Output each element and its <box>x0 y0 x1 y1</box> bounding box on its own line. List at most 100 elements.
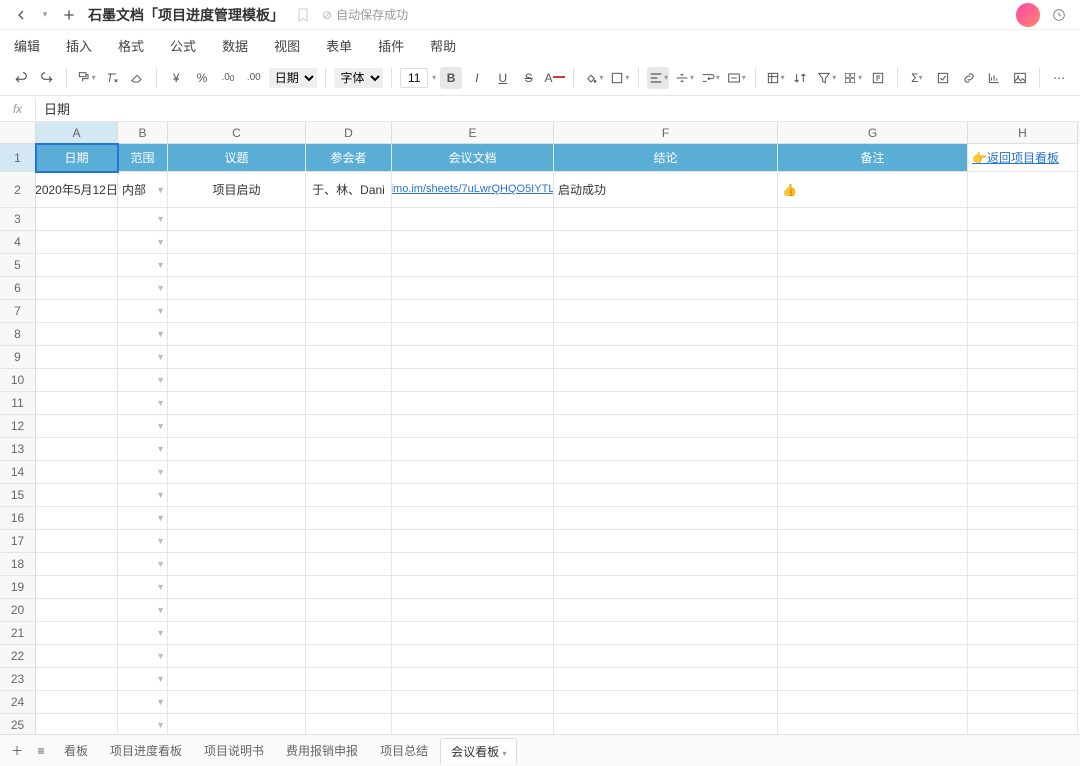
tab-kanban[interactable]: 󠀠󠀠看板 <box>54 738 98 763</box>
text-color-button[interactable]: A <box>544 67 566 89</box>
more-button[interactable]: ⋯ <box>1048 67 1070 89</box>
row-header-7[interactable]: 7 <box>0 300 36 323</box>
dropdown-icon[interactable]: ▼ <box>156 329 165 339</box>
cell-G10[interactable] <box>778 369 968 392</box>
cell-B9[interactable]: ▼ <box>118 346 168 369</box>
valign-button[interactable]: ▾ <box>673 67 695 89</box>
select-all-corner[interactable] <box>0 122 36 144</box>
cell-E25[interactable] <box>392 714 554 734</box>
dropdown-icon[interactable]: ▼ <box>156 674 165 684</box>
cell-B3[interactable]: ▼ <box>118 208 168 231</box>
menu-table[interactable]: 表单 <box>322 34 356 57</box>
cell-C18[interactable] <box>168 553 306 576</box>
cell-A14[interactable] <box>36 461 118 484</box>
cell-E13[interactable] <box>392 438 554 461</box>
dropdown-icon[interactable]: ▼ <box>156 628 165 638</box>
cell-D6[interactable] <box>306 277 392 300</box>
cell-D19[interactable] <box>306 576 392 599</box>
merge-button[interactable]: ▾ <box>725 67 747 89</box>
cell-D7[interactable] <box>306 300 392 323</box>
cell-C25[interactable] <box>168 714 306 734</box>
dropdown-icon[interactable]: ▼ <box>156 444 165 454</box>
menu-view[interactable]: 视图 <box>270 34 304 57</box>
dropdown-icon[interactable]: ▼ <box>156 582 165 592</box>
cell-B14[interactable]: ▼ <box>118 461 168 484</box>
sort-button[interactable] <box>790 67 812 89</box>
cell-H5[interactable] <box>968 254 1078 277</box>
row-header-9[interactable]: 9 <box>0 346 36 369</box>
strike-button[interactable]: S <box>518 67 540 89</box>
bold-button[interactable]: B <box>440 67 462 89</box>
cell-F12[interactable] <box>554 415 778 438</box>
cell-F25[interactable] <box>554 714 778 734</box>
cell-D15[interactable] <box>306 484 392 507</box>
cell-B17[interactable]: ▼ <box>118 530 168 553</box>
cell-A15[interactable] <box>36 484 118 507</box>
cell-C14[interactable] <box>168 461 306 484</box>
cell-B24[interactable]: ▼ <box>118 691 168 714</box>
tab-summary[interactable]: 项目总结 <box>370 738 438 763</box>
cell-H19[interactable] <box>968 576 1078 599</box>
cell-A19[interactable] <box>36 576 118 599</box>
cell-E12[interactable] <box>392 415 554 438</box>
cell-F16[interactable] <box>554 507 778 530</box>
col-header-G[interactable]: G <box>778 122 968 144</box>
row-header-8[interactable]: 8 <box>0 323 36 346</box>
cell-D11[interactable] <box>306 392 392 415</box>
cell-B18[interactable]: ▼ <box>118 553 168 576</box>
cell-G6[interactable] <box>778 277 968 300</box>
cell-D13[interactable] <box>306 438 392 461</box>
cell-F20[interactable] <box>554 599 778 622</box>
menu-plugin[interactable]: 插件 <box>374 34 408 57</box>
menu-data[interactable]: 数据 <box>218 34 252 57</box>
cell-B6[interactable]: ▼ <box>118 277 168 300</box>
cell-H13[interactable] <box>968 438 1078 461</box>
cell-G1[interactable]: 备注 <box>778 144 968 172</box>
chart-button[interactable] <box>984 67 1006 89</box>
menu-help[interactable]: 帮助 <box>426 34 460 57</box>
cell-D10[interactable] <box>306 369 392 392</box>
cell-F23[interactable] <box>554 668 778 691</box>
avatar[interactable] <box>1016 3 1040 27</box>
cell-B7[interactable]: ▼ <box>118 300 168 323</box>
tab-manual[interactable]: 项目说明书 <box>194 738 274 763</box>
menu-format[interactable]: 格式 <box>114 34 148 57</box>
cell-G25[interactable] <box>778 714 968 734</box>
cell-A11[interactable] <box>36 392 118 415</box>
cell-E15[interactable] <box>392 484 554 507</box>
border-button[interactable]: ▾ <box>608 67 630 89</box>
cell-B25[interactable]: ▼ <box>118 714 168 734</box>
cell-G20[interactable] <box>778 599 968 622</box>
row-header-10[interactable]: 10 <box>0 369 36 392</box>
italic-button[interactable]: I <box>466 67 488 89</box>
cell-C15[interactable] <box>168 484 306 507</box>
row-header-16[interactable]: 16 <box>0 507 36 530</box>
cell-A12[interactable] <box>36 415 118 438</box>
col-header-H[interactable]: H <box>968 122 1078 144</box>
cell-D8[interactable] <box>306 323 392 346</box>
cell-C11[interactable] <box>168 392 306 415</box>
cell-B20[interactable]: ▼ <box>118 599 168 622</box>
cell-E3[interactable] <box>392 208 554 231</box>
cell-D14[interactable] <box>306 461 392 484</box>
cell-A20[interactable] <box>36 599 118 622</box>
cell-B15[interactable]: ▼ <box>118 484 168 507</box>
group-button[interactable]: ▾ <box>841 67 863 89</box>
cell-A23[interactable] <box>36 668 118 691</box>
cell-B22[interactable]: ▼ <box>118 645 168 668</box>
return-link[interactable]: 👉返回项目看板 <box>972 149 1059 166</box>
cell-H3[interactable] <box>968 208 1078 231</box>
cell-G3[interactable] <box>778 208 968 231</box>
cell-A16[interactable] <box>36 507 118 530</box>
dropdown-icon[interactable]: ▼ <box>156 260 165 270</box>
cell-F18[interactable] <box>554 553 778 576</box>
cell-H7[interactable] <box>968 300 1078 323</box>
cell-C10[interactable] <box>168 369 306 392</box>
back-dropdown[interactable]: ▾ <box>40 4 50 26</box>
cell-E16[interactable] <box>392 507 554 530</box>
cell-H15[interactable] <box>968 484 1078 507</box>
menu-insert[interactable]: 插入 <box>62 34 96 57</box>
fx-value[interactable]: 日期 <box>36 99 78 118</box>
cell-F19[interactable] <box>554 576 778 599</box>
font-size-dropdown[interactable]: ▾ <box>432 73 436 82</box>
